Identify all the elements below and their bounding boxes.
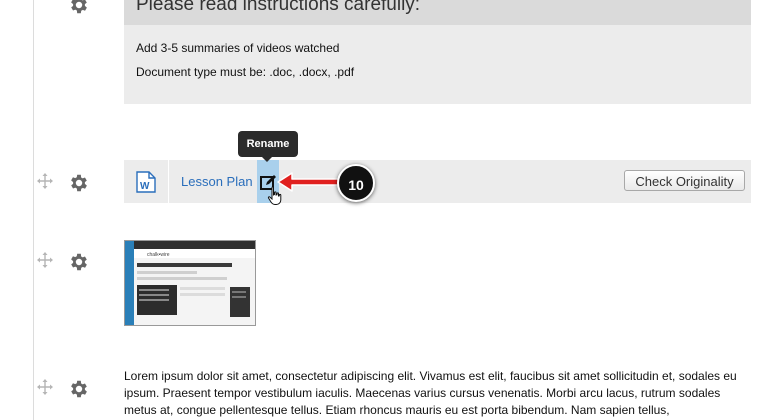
word-document-icon: W [136,171,156,193]
file-name-link[interactable]: Lesson Plan [181,174,253,189]
gear-icon[interactable] [68,251,90,273]
thumbnail-image: chalk•wire [125,241,255,325]
gear-icon[interactable] [68,378,90,400]
instructions-line-1: Add 3-5 summaries of videos watched [136,41,340,55]
callout-arrow-icon [277,172,341,192]
thumbnail-logo-text: chalk•wire [147,252,170,258]
content-guide-line [33,0,34,420]
rename-tooltip: Rename [238,131,298,157]
file-row: W Lesson Plan Check Originality [124,160,751,205]
move-handle-icon[interactable] [37,252,53,268]
gear-icon[interactable] [68,172,90,194]
instructions-body: Add 3-5 summaries of videos watched Docu… [124,25,751,104]
move-handle-icon[interactable] [37,173,53,189]
instructions-header: Please read instructions carefully: [124,0,751,25]
instructions-line-2: Document type must be: .doc, .docx, .pdf [136,65,355,79]
check-originality-button[interactable]: Check Originality [624,170,745,191]
lorem-paragraph: Lorem ipsum dolor sit amet, consectetur … [124,369,737,417]
screenshot-thumbnail[interactable]: chalk•wire [124,240,256,326]
step-number-badge: 10 [337,164,375,202]
move-handle-icon[interactable] [37,379,53,395]
gear-icon[interactable] [68,0,90,16]
svg-text:W: W [140,181,150,192]
file-icon-cell: W [124,160,169,203]
instructions-title: Please read instructions carefully: [136,0,421,15]
tooltip-arrow [262,157,272,162]
